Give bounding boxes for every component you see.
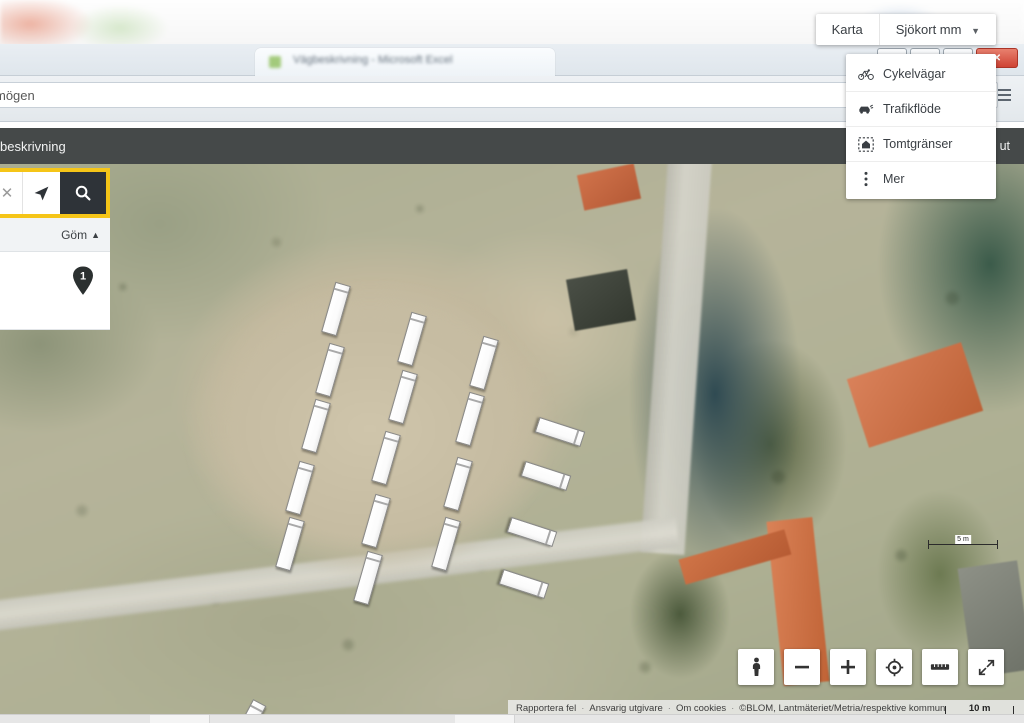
crosshair-icon [885, 658, 903, 676]
page-title: beskrivning [0, 138, 66, 154]
map-canvas[interactable]: 5 m [0, 164, 1024, 723]
street-view-pegman-button[interactable] [738, 649, 774, 685]
more-vertical-icon [858, 171, 874, 187]
measure-button[interactable] [922, 649, 958, 685]
zoom-in-button[interactable] [830, 649, 866, 685]
panel-options-row: ner Göm ▲ [0, 218, 110, 252]
layer-item-trafikflode[interactable]: Trafikflöde [846, 91, 996, 126]
layer-label-mer: Mer [883, 172, 905, 186]
locate-me-button[interactable] [876, 649, 912, 685]
screen-root: Vägbeskrivning - Microsoft Excel ✕ mögen [0, 0, 1024, 723]
map-type-karta-button[interactable]: Karta [816, 14, 879, 45]
plus-icon [841, 660, 855, 674]
ruler-icon [930, 664, 950, 670]
left-panel: ✕ ner Göm ▲ [0, 168, 110, 330]
navigation-arrow-icon [34, 186, 49, 200]
menu-line-1 [997, 89, 1011, 91]
tab-favicon-icon [269, 56, 281, 68]
map-type-sjokort-label: Sjökort mm [895, 22, 962, 37]
map-type-karta-label: Karta [831, 22, 863, 37]
clear-search-icon[interactable]: ✕ [0, 172, 22, 214]
map-type-sjokort-button[interactable]: Sjökort mm ▼ [878, 14, 996, 45]
bottom-page-strip [0, 714, 1024, 723]
layer-item-cykelvagar[interactable]: Cykelvägar [846, 57, 996, 91]
bottom-strip-seg-1 [150, 715, 210, 723]
attribution-copyright: ©BLOM, Lantmäteriet/Metria/respektive ko… [739, 703, 946, 714]
layer-item-mer[interactable]: Mer [846, 161, 996, 196]
browser-menu-icon[interactable] [994, 86, 1014, 104]
scale-bar: 10 m [945, 703, 1014, 715]
search-submit-button[interactable] [60, 172, 106, 214]
bottom-strip-seg-2 [455, 715, 515, 723]
address-bar-text: mögen [0, 87, 35, 103]
bicycle-icon [858, 66, 874, 82]
map-type-selector: Karta Sjökort mm ▼ [815, 14, 996, 45]
layers-menu: Cykelvägar Trafikflöde Tomtgränser Mer [846, 54, 996, 199]
menu-line-3 [997, 99, 1011, 101]
traffic-car-icon [858, 101, 874, 117]
map-controls [738, 649, 1004, 685]
layer-label-tomtgranser: Tomtgränser [883, 137, 953, 151]
locate-arrow-button[interactable] [22, 172, 60, 214]
browser-tab[interactable]: Vägbeskrivning - Microsoft Excel [255, 48, 555, 76]
layer-item-tomtgranser[interactable]: Tomtgränser [846, 126, 996, 161]
menu-line-2 [997, 94, 1011, 96]
result-map-pin[interactable]: 1 [70, 264, 96, 299]
attribution-separator-1: · [581, 703, 585, 714]
attribution-links: Rapportera fel · Ansvarig utgivare · Om … [516, 703, 945, 714]
zoom-out-button[interactable] [784, 649, 820, 685]
attribution-link-publisher[interactable]: Ansvarig utgivare [589, 703, 662, 714]
layer-label-trafikflode: Trafikflöde [883, 102, 941, 116]
property-boundary-icon [858, 136, 874, 152]
minus-icon [795, 665, 809, 669]
attribution-link-report[interactable]: Rapportera fel [516, 703, 576, 714]
attribution-separator-2: · [667, 703, 671, 714]
clear-glyph: ✕ [0, 185, 14, 202]
search-box[interactable]: ✕ [0, 168, 110, 218]
panel-result-body: 1 [0, 252, 110, 330]
inner-scale-line [928, 540, 998, 549]
hide-panel-button[interactable]: Göm ▲ [61, 228, 100, 242]
pin-number: 1 [80, 271, 86, 283]
expand-arrows-icon [978, 659, 994, 675]
pegman-icon [752, 657, 760, 676]
search-icon [75, 185, 91, 201]
layer-label-cykelvagar: Cykelvägar [883, 67, 946, 81]
attribution-separator-3: · [731, 703, 735, 714]
scale-bar-label: 10 m [968, 702, 991, 714]
building-dark [565, 269, 637, 331]
chevron-up-icon: ▲ [91, 229, 100, 240]
inner-scale-bar: 5 m [928, 535, 998, 549]
attribution-link-cookies[interactable]: Om cookies [676, 703, 726, 714]
fullscreen-button[interactable] [968, 649, 1004, 685]
tab-title: Vägbeskrivning - Microsoft Excel [293, 54, 453, 66]
inner-scale-label: 5 m [955, 535, 971, 544]
hide-label: Göm [61, 227, 88, 242]
chevron-down-icon: ▼ [971, 26, 980, 36]
map-pin-icon: 1 [70, 264, 96, 299]
